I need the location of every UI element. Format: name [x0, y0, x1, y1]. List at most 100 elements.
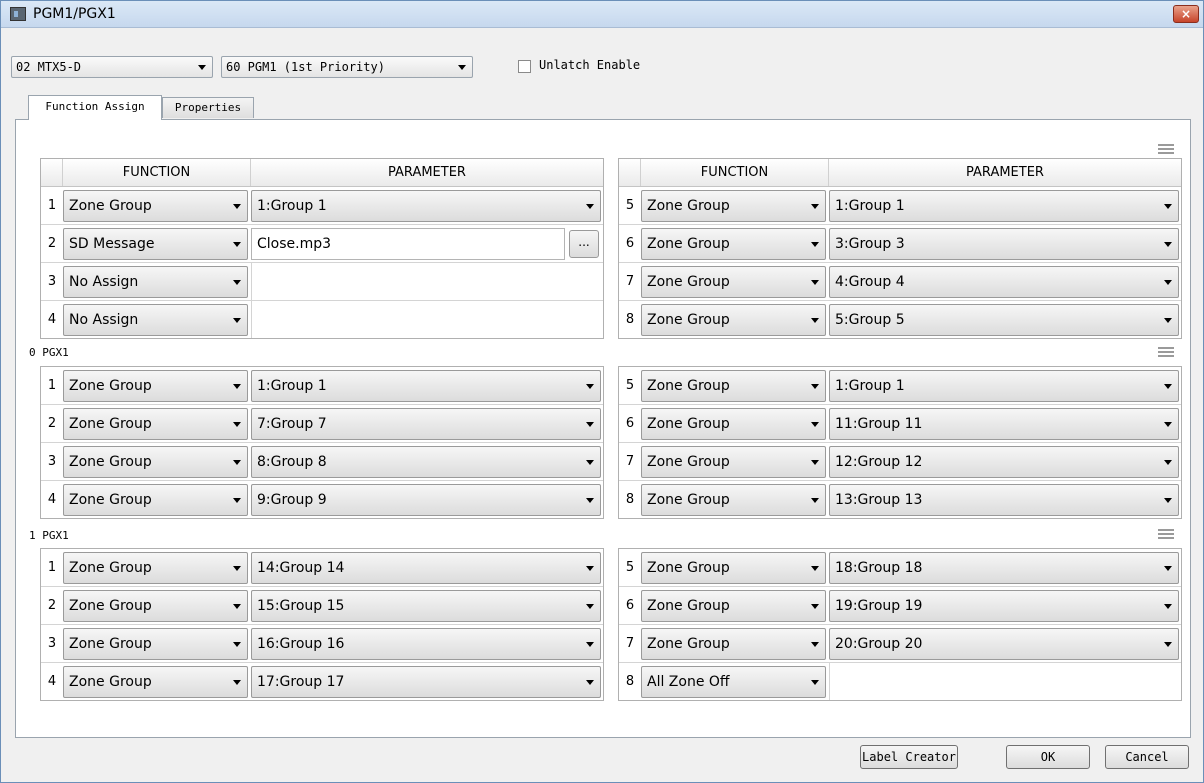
- parameter-select[interactable]: 20:Group 20: [829, 627, 1179, 660]
- row-number: 6: [625, 416, 635, 431]
- chevron-down-icon: [458, 65, 466, 70]
- parameter-select[interactable]: 17:Group 17: [251, 665, 601, 698]
- function-value: Zone Group: [69, 491, 152, 508]
- label-creator-button[interactable]: Label Creator: [860, 745, 958, 769]
- ok-button[interactable]: OK: [1006, 745, 1090, 769]
- function-value: Zone Group: [647, 559, 730, 576]
- chevron-down-icon: [811, 203, 819, 209]
- parameter-select[interactable]: 7:Group 7: [251, 407, 601, 440]
- table-row: 5 Zone Group 1:Group 1: [619, 367, 1181, 405]
- function-select[interactable]: Zone Group: [641, 407, 826, 440]
- parameter-select[interactable]: 1:Group 1: [829, 189, 1179, 222]
- tab-properties[interactable]: Properties: [162, 97, 254, 118]
- parameter-select[interactable]: 11:Group 11: [829, 407, 1179, 440]
- port-select[interactable]: 60 PGM1 (1st Priority): [221, 56, 473, 78]
- row-number: 4: [47, 312, 57, 327]
- function-value: All Zone Off: [647, 673, 730, 690]
- function-select[interactable]: Zone Group: [63, 589, 248, 622]
- function-select[interactable]: Zone Group: [641, 445, 826, 478]
- parameter-value: 3:Group 3: [835, 235, 905, 252]
- parameter-value: 12:Group 12: [835, 453, 923, 470]
- row-number: 2: [47, 236, 57, 251]
- function-select[interactable]: Zone Group: [641, 551, 826, 584]
- parameter-select[interactable]: 5:Group 5: [829, 303, 1179, 336]
- parameter-select[interactable]: 19:Group 19: [829, 589, 1179, 622]
- function-select[interactable]: Zone Group: [641, 589, 826, 622]
- parameter-select[interactable]: 18:Group 18: [829, 551, 1179, 584]
- parameter-value: 11:Group 11: [835, 415, 923, 432]
- function-select[interactable]: All Zone Off: [641, 665, 826, 698]
- parameter-value: 19:Group 19: [835, 597, 923, 614]
- close-button[interactable]: ×: [1173, 5, 1199, 23]
- menu-icon[interactable]: [1158, 347, 1174, 357]
- function-value: No Assign: [69, 273, 139, 290]
- parameter-value: 14:Group 14: [257, 559, 345, 576]
- function-select[interactable]: Zone Group: [63, 369, 248, 402]
- browse-button[interactable]: ...: [569, 229, 599, 258]
- parameter-select[interactable]: 13:Group 13: [829, 483, 1179, 516]
- function-select[interactable]: Zone Group: [641, 265, 826, 298]
- parameter-value: 16:Group 16: [257, 635, 345, 652]
- grid-header: FUNCTION PARAMETER: [619, 159, 1181, 187]
- function-value: Zone Group: [647, 597, 730, 614]
- chevron-down-icon: [233, 203, 241, 209]
- function-select[interactable]: Zone Group: [63, 407, 248, 440]
- function-select[interactable]: Zone Group: [63, 189, 248, 222]
- cancel-button[interactable]: Cancel: [1105, 745, 1189, 769]
- row-number: 7: [625, 454, 635, 469]
- header-num-cell: [41, 159, 63, 186]
- function-select[interactable]: SD Message: [63, 227, 248, 260]
- row-number: 1: [47, 198, 57, 213]
- chevron-down-icon: [811, 421, 819, 427]
- parameter-select[interactable]: 1:Group 1: [829, 369, 1179, 402]
- section-label: 1 PGX1: [29, 529, 69, 542]
- parameter-value: 15:Group 15: [257, 597, 345, 614]
- tab-function-assign[interactable]: Function Assign: [28, 95, 162, 120]
- parameter-select[interactable]: 1:Group 1: [251, 189, 601, 222]
- function-select[interactable]: Zone Group: [63, 627, 248, 660]
- function-select[interactable]: Zone Group: [641, 369, 826, 402]
- chevron-down-icon: [586, 679, 594, 685]
- parameter-select[interactable]: 15:Group 15: [251, 589, 601, 622]
- menu-icon[interactable]: [1158, 144, 1174, 154]
- row-number: 5: [625, 378, 635, 393]
- function-select[interactable]: Zone Group: [63, 665, 248, 698]
- menu-icon[interactable]: [1158, 529, 1174, 539]
- chevron-down-icon: [586, 565, 594, 571]
- parameter-select[interactable]: 4:Group 4: [829, 265, 1179, 298]
- parameter-select[interactable]: 14:Group 14: [251, 551, 601, 584]
- table-row: 2 Zone Group 7:Group 7: [41, 405, 603, 443]
- title-bar: PGM1/PGX1 ×: [1, 1, 1203, 28]
- parameter-select[interactable]: 1:Group 1: [251, 369, 601, 402]
- function-select[interactable]: Zone Group: [641, 189, 826, 222]
- unlatch-enable-checkbox[interactable]: [518, 60, 531, 73]
- table-row: 8 All Zone Off: [619, 663, 1181, 700]
- function-select[interactable]: Zone Group: [63, 445, 248, 478]
- parameter-select[interactable]: 9:Group 9: [251, 483, 601, 516]
- function-select[interactable]: Zone Group: [63, 483, 248, 516]
- row-number: 4: [47, 492, 57, 507]
- function-select[interactable]: Zone Group: [641, 227, 826, 260]
- function-select[interactable]: Zone Group: [641, 483, 826, 516]
- function-select[interactable]: Zone Group: [63, 551, 248, 584]
- parameter-select[interactable]: 3:Group 3: [829, 227, 1179, 260]
- parameter-select[interactable]: 16:Group 16: [251, 627, 601, 660]
- function-grid-left: 1 Zone Group 14:Group 14 2 Zone Group 15:Grou…: [40, 548, 604, 701]
- chevron-down-icon: [1164, 241, 1172, 247]
- parameter-select[interactable]: 8:Group 8: [251, 445, 601, 478]
- chevron-down-icon: [586, 203, 594, 209]
- function-select[interactable]: No Assign: [63, 303, 248, 336]
- function-select[interactable]: No Assign: [63, 265, 248, 298]
- function-value: Zone Group: [69, 597, 152, 614]
- device-select[interactable]: 02 MTX5-D: [11, 56, 213, 78]
- parameter-value: 1:Group 1: [835, 377, 905, 394]
- chevron-down-icon: [1164, 641, 1172, 647]
- row-number: 4: [47, 674, 57, 689]
- row-number: 8: [625, 674, 635, 689]
- parameter-file-field[interactable]: Close.mp3: [251, 227, 565, 260]
- function-select[interactable]: Zone Group: [641, 303, 826, 336]
- chevron-down-icon: [233, 317, 241, 323]
- parameter-select[interactable]: 12:Group 12: [829, 445, 1179, 478]
- chevron-down-icon: [233, 565, 241, 571]
- function-select[interactable]: Zone Group: [641, 627, 826, 660]
